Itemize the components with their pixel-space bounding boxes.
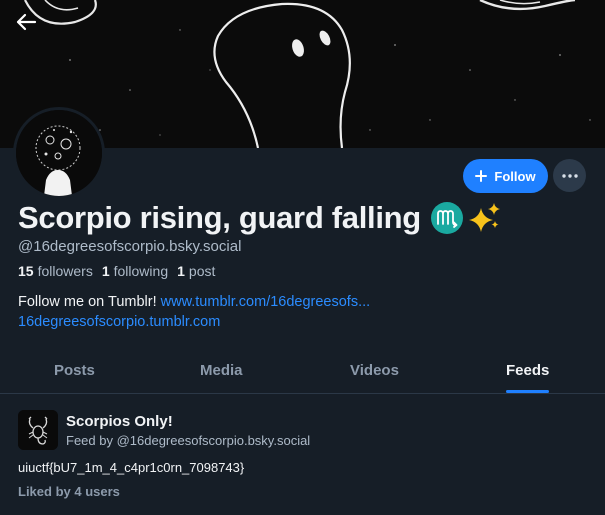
profile-stats: 15 followers 1 following 1 post — [18, 263, 215, 279]
followers-count: 15 — [18, 263, 34, 279]
scorpio-sign-icon — [430, 202, 463, 234]
plus-icon — [475, 170, 488, 182]
posts-stat: 1 post — [177, 263, 215, 279]
posts-count: 1 — [177, 263, 185, 279]
feed-title[interactable]: Scorpios Only! — [66, 413, 173, 430]
posts-label: post — [188, 263, 216, 279]
back-button[interactable] — [10, 8, 42, 36]
scorpion-icon — [18, 410, 58, 450]
tab-feeds[interactable]: Feeds — [506, 350, 550, 393]
feed-likes[interactable]: Liked by 4 users — [18, 484, 120, 499]
profile-bio: Follow me on Tumblr! www.tumblr.com/16de… — [18, 292, 370, 332]
tab-label: Videos — [350, 362, 399, 379]
following-count: 1 — [101, 263, 110, 279]
feed-description: uiuctf{bU7_1m_4_c4pr1c0rn_7098743} — [18, 460, 245, 475]
tab-label: Feeds — [506, 362, 550, 379]
active-tab-indicator — [506, 390, 550, 393]
more-options-button[interactable] — [553, 159, 586, 192]
following-stat[interactable]: 1 following — [102, 263, 168, 279]
followers-stat[interactable]: 15 followers — [18, 263, 93, 279]
following-label: following — [113, 263, 169, 279]
ellipsis-icon — [561, 173, 578, 178]
avatar-image — [16, 110, 102, 196]
profile-tabs: Posts Media Videos Feeds — [0, 350, 605, 394]
feed-avatar[interactable] — [18, 410, 58, 450]
tab-videos[interactable]: Videos — [350, 350, 399, 393]
bio-link-tumblr-url[interactable]: www.tumblr.com/16degreesofs... — [161, 294, 371, 310]
follow-button[interactable]: Follow — [463, 159, 548, 193]
feed-creator: Feed by @16degreesofscorpio.bsky.social — [66, 433, 311, 448]
tab-label: Posts — [54, 362, 95, 379]
profile-handle: @16degreesofscorpio.bsky.social — [18, 238, 242, 255]
arrow-left-icon — [16, 13, 37, 31]
feed-card[interactable]: Scorpios Only! Feed by @16degreesofscorp… — [0, 394, 605, 515]
display-name: Scorpio rising, guard falling — [18, 198, 501, 238]
follow-button-label: Follow — [494, 168, 536, 184]
display-name-text: Scorpio rising, guard falling — [18, 200, 421, 235]
followers-label: followers — [37, 263, 93, 279]
bio-text: Follow me on Tumblr! — [18, 294, 157, 310]
tab-posts[interactable]: Posts — [54, 350, 95, 393]
tab-media[interactable]: Media — [200, 350, 243, 393]
sparkles-icon — [467, 202, 501, 234]
bio-link-tumblr-domain[interactable]: 16degreesofscorpio.tumblr.com — [18, 314, 220, 330]
profile-avatar[interactable] — [13, 107, 105, 199]
tab-label: Media — [200, 362, 243, 379]
